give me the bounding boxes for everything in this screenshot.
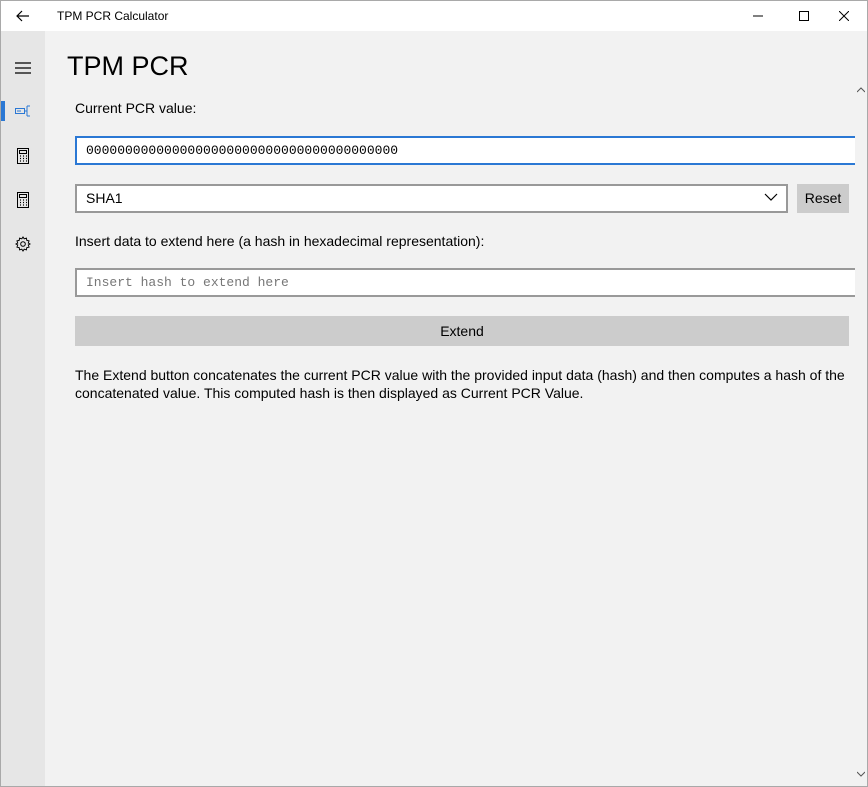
- page-title: TPM PCR: [67, 51, 189, 81]
- chevron-down-icon: [764, 193, 778, 201]
- current-pcr-label: Current PCR value:: [75, 100, 197, 116]
- calculator-icon-2: [17, 192, 29, 208]
- title-bar: TPM PCR Calculator: [1, 1, 867, 31]
- reset-button[interactable]: Reset: [797, 184, 849, 213]
- minimize-icon: [753, 15, 763, 17]
- close-icon: [839, 11, 849, 21]
- main-content: TPM PCR Current PCR value: SHA1 Reset In…: [45, 31, 857, 786]
- navigation-pane: [1, 31, 45, 786]
- extend-button[interactable]: Extend: [75, 316, 849, 346]
- hash-algorithm-select[interactable]: SHA1: [75, 184, 788, 213]
- nav-item-calculator[interactable]: [1, 136, 45, 176]
- hash-algorithm-value: SHA1: [86, 190, 123, 206]
- current-pcr-field[interactable]: [75, 136, 857, 165]
- back-button[interactable]: [1, 1, 45, 31]
- minimize-button[interactable]: [735, 1, 781, 31]
- nav-selection-indicator: [1, 101, 5, 121]
- scroll-down-arrow-icon[interactable]: [857, 771, 865, 777]
- insert-data-label: Insert data to extend here (a hash in he…: [75, 233, 485, 249]
- window-title: TPM PCR Calculator: [57, 9, 169, 23]
- maximize-icon: [799, 11, 809, 21]
- nav-item-calculator-2[interactable]: [1, 180, 45, 220]
- vertical-scrollbar[interactable]: [855, 87, 867, 786]
- pcr-calculator-icon: [15, 105, 30, 117]
- hamburger-menu-button[interactable]: [1, 48, 45, 88]
- extend-description: The Extend button concatenates the curre…: [75, 367, 845, 401]
- hamburger-menu-icon: [15, 62, 31, 74]
- close-button[interactable]: [821, 1, 867, 31]
- insert-hash-input[interactable]: [75, 268, 857, 297]
- nav-item-tpm-pcr[interactable]: [1, 91, 45, 131]
- back-arrow-icon: [16, 10, 29, 22]
- scroll-up-arrow-icon[interactable]: [857, 87, 865, 93]
- nav-item-settings[interactable]: [1, 224, 45, 264]
- settings-gear-icon: [15, 236, 31, 252]
- app-window: TPM PCR Calculator TPM PCR Current PCR v…: [0, 0, 868, 787]
- calculator-icon: [17, 148, 29, 164]
